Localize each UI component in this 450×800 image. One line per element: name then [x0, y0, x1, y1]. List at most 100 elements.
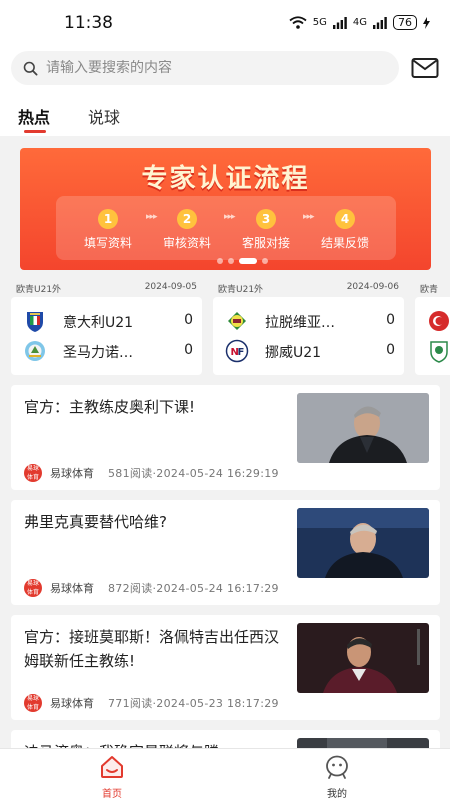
news-item[interactable]: 弗里克真要替代哈维? 易球 体育 易球体育 872阅读 · 2024-05-24 … — [11, 500, 440, 605]
match-header: 欧青U21外 2024-09-06 — [213, 279, 404, 297]
step-label: 客服对接 — [241, 236, 290, 250]
nav-profile[interactable]: 我的 — [307, 755, 367, 800]
carousel-dot-active[interactable] — [239, 258, 257, 264]
nav-home[interactable]: 首页 — [82, 755, 142, 800]
tab-active-indicator — [24, 130, 46, 133]
match-carousel[interactable]: 欧青U21外 2024-09-05 意大利U21 0 圣马力诺… 0 欧青U21… — [11, 279, 450, 377]
news-time: 2024-05-23 18:17:29 — [156, 696, 279, 710]
banner-step: 4 结果反馈 — [310, 209, 380, 251]
news-title[interactable]: 迪马济奥：我确定曼联将与滕 — [24, 740, 292, 748]
main-feed[interactable]: 专家认证流程 1 填写资料 ▸▸▸ 2 审核资料 ▸▸▸ 3 客服对接 ▸▸▸ … — [0, 136, 450, 748]
away-team — [427, 338, 450, 364]
team-name: 挪威U21 — [265, 345, 322, 361]
mail-icon[interactable] — [411, 56, 439, 80]
tab-talk-ball[interactable]: 说球 — [88, 104, 120, 128]
top-bar — [0, 44, 450, 92]
news-time: 2024-05-24 16:29:19 — [156, 466, 279, 480]
step-number-badge: 3 — [256, 209, 276, 229]
team-name: 意大利U21 — [63, 315, 134, 331]
status-icons: 5G 4G 76 — [289, 15, 430, 30]
banner-step: 2 审核资料 — [152, 209, 222, 251]
bottom-nav: 首页 我的 — [0, 748, 450, 800]
match-body: 意大利U21 0 圣马力诺… 0 — [11, 297, 202, 375]
match-date: 2024-09-06 — [346, 282, 399, 292]
turkey-crest-icon — [429, 311, 449, 331]
carousel-dot[interactable] — [217, 258, 223, 264]
step-number-badge: 2 — [177, 209, 197, 229]
news-reads: 581阅读 — [108, 467, 153, 480]
banner-step: 1 填写资料 — [73, 209, 143, 251]
source-logo: 易球 体育 — [24, 694, 42, 712]
news-item[interactable]: 官方：接班莫耶斯！洛佩特吉出任西汉姆联新任主教练! 易球 体育 易球体育 771阅… — [11, 615, 440, 720]
carousel-dot[interactable] — [262, 258, 268, 264]
team-score: 0 — [184, 342, 193, 358]
charging-icon — [423, 16, 430, 29]
team-score: 0 — [184, 312, 193, 328]
team-name: 拉脱维亚… — [265, 315, 335, 331]
step-label: 审核资料 — [162, 236, 211, 250]
search-input[interactable] — [46, 60, 366, 76]
news-thumbnail[interactable] — [297, 738, 429, 748]
news-reads: 771阅读 — [108, 697, 153, 710]
search-bar[interactable] — [11, 51, 399, 85]
home-team: 拉脱维亚… 0 — [225, 308, 395, 334]
team-score: 0 — [386, 312, 395, 328]
match-body — [415, 297, 450, 375]
profile-icon — [326, 755, 348, 779]
network-5g-label: 5G — [312, 17, 327, 28]
news-time: 2024-05-24 16:17:29 — [156, 581, 279, 595]
norway-crest-icon: N F — [225, 339, 249, 363]
wifi-icon — [289, 16, 307, 29]
news-meta: 易球 体育 易球体育 872阅读 · 2024-05-24 16:17:29 — [24, 579, 279, 597]
battery-icon: 76 — [393, 15, 417, 30]
news-source: 易球体育 — [50, 697, 94, 710]
away-team: 圣马力诺… 0 — [23, 338, 193, 364]
banner-title: 专家认证流程 — [141, 164, 310, 194]
away-team: N F 挪威U21 0 — [225, 338, 395, 364]
news-item[interactable]: 官方：主教练皮奥利下课! 易球 体育 易球体育 581阅读 · 2024-05-2… — [11, 385, 440, 490]
news-thumbnail[interactable] — [297, 393, 429, 463]
step-label: 结果反馈 — [320, 236, 369, 250]
network-4g-label: 4G — [352, 17, 367, 28]
match-card[interactable]: 欧青 — [415, 279, 450, 377]
match-card[interactable]: 欧青U21外 2024-09-05 意大利U21 0 圣马力诺… 0 — [11, 279, 202, 377]
match-header: 欧青 — [415, 279, 450, 297]
match-league: 欧青 — [420, 285, 439, 295]
match-date: 2024-09-05 — [144, 282, 197, 292]
signal-icon — [373, 16, 387, 29]
news-title[interactable]: 官方：主教练皮奥利下课! — [24, 395, 292, 419]
source-logo: 易球 体育 — [24, 579, 42, 597]
expert-certification-banner[interactable]: 专家认证流程 1 填写资料 ▸▸▸ 2 审核资料 ▸▸▸ 3 客服对接 ▸▸▸ … — [20, 148, 431, 270]
news-thumbnail[interactable] — [297, 508, 429, 578]
news-thumbnail[interactable] — [297, 623, 429, 693]
news-reads: 872阅读 — [108, 582, 153, 595]
svg-text:F: F — [238, 347, 245, 358]
italy-crest-icon — [27, 312, 43, 332]
step-number-badge: 4 — [335, 209, 355, 229]
match-header: 欧青U21外 2024-09-05 — [11, 279, 202, 297]
news-source: 易球体育 — [50, 467, 94, 480]
banner-steps: 1 填写资料 ▸▸▸ 2 审核资料 ▸▸▸ 3 客服对接 ▸▸▸ 4 结果反馈 — [56, 196, 396, 260]
tab-bar: 热点 说球 — [0, 92, 450, 136]
nav-home-label: 首页 — [102, 789, 122, 800]
status-bar: 11:38 5G 4G 76 — [0, 0, 450, 44]
carousel-indicator — [217, 258, 268, 264]
source-logo: 易球 体育 — [24, 464, 42, 482]
news-source: 易球体育 — [50, 582, 94, 595]
step-label: 填写资料 — [83, 236, 132, 250]
search-icon — [23, 61, 38, 76]
match-league: 欧青U21外 — [218, 285, 264, 295]
match-body: 拉脱维亚… 0 N F 挪威U21 0 — [213, 297, 404, 375]
match-league: 欧青U21外 — [16, 285, 62, 295]
news-item[interactable]: 迪马济奥：我确定曼联将与滕 — [11, 730, 440, 748]
tab-hot[interactable]: 热点 — [18, 104, 50, 128]
news-title[interactable]: 官方：接班莫耶斯！洛佩特吉出任西汉姆联新任主教练! — [24, 625, 292, 673]
team-name: 圣马力诺… — [63, 345, 133, 361]
nav-profile-label: 我的 — [327, 789, 347, 800]
news-title[interactable]: 弗里克真要替代哈维? — [24, 510, 292, 534]
match-card[interactable]: 欧青U21外 2024-09-06 拉脱维亚… 0 N F 挪威U21 0 — [213, 279, 404, 377]
news-meta: 易球 体育 易球体育 581阅读 · 2024-05-24 16:29:19 — [24, 464, 279, 482]
ireland-crest-icon — [430, 341, 448, 363]
step-number-badge: 1 — [98, 209, 118, 229]
carousel-dot[interactable] — [228, 258, 234, 264]
